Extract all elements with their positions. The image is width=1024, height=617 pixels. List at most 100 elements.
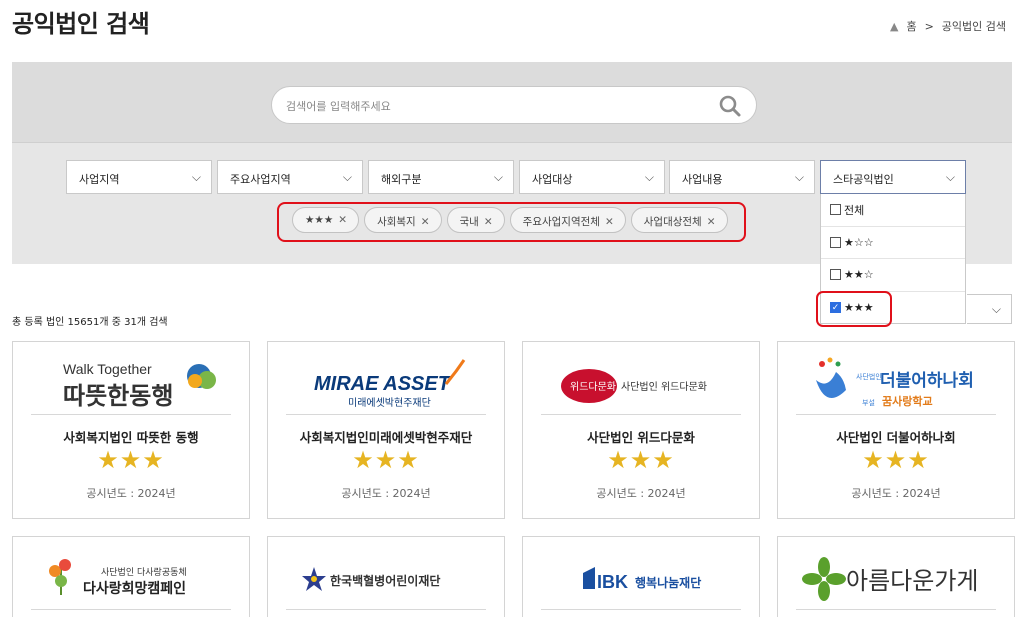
star-rating: ★★★ [607,446,675,474]
breadcrumb-current: 공익법인 검색 [941,20,1006,33]
svg-text:사단법인: 사단법인 [856,372,882,381]
card-divider [796,609,996,610]
tag-chip[interactable]: 사업대상전체 ✕ [630,207,728,233]
chevron-down-icon: ⌵ [794,170,804,184]
breadcrumb-home[interactable]: 홈 [906,18,916,34]
checkbox[interactable] [830,236,841,248]
svg-text:더불어하나회: 더불어하나회 [880,371,974,391]
filter-main-region[interactable]: 주요사업지역 ⌵ [217,160,363,194]
filter-content[interactable]: 사업내용 ⌵ [669,160,815,194]
tag-chip[interactable]: 주요사업지역전체 ✕ [509,207,626,233]
tag-label: 국내 [459,216,479,228]
result-count: 총 등록 법인 15651개 중 31개 검색 [12,317,168,328]
page: 공익법인 검색 ▲ 홈 > 공익법인 검색 사업지역 ⌵ 주요사업지역 ⌵ 해외… [0,0,1024,617]
disclosure-year: 공시년도 : 2024년 [341,487,431,500]
org-logo: 위드다문화 사단법인 위드다문화 [541,350,741,412]
search-input[interactable] [286,96,686,116]
org-card[interactable]: Walk Together 따뜻한동행 사회복지법인 따뜻한 동행 ★★★ 공시… [12,341,250,519]
tag-chip[interactable]: 국내 ✕ [446,207,505,233]
filter-label: 주요사업지역 [230,173,291,186]
tag-label: ★★★ [305,214,334,226]
tag-label: 사회복지 [377,216,416,228]
card-divider [31,414,231,415]
selected-option-highlight [816,291,892,327]
ibk-foundation-logo: IBK 행복나눔재단 [583,567,701,592]
dropdown-option-1star[interactable]: ★☆☆ [821,227,965,259]
chevron-down-icon: ⌵ [493,170,503,184]
mirae-asset-logo: MIRAE ASSET 미래에셋박현주재단 [314,359,466,409]
filter-star-rating[interactable]: 스타공익법인 ⌵ [820,160,966,194]
dasarang-logo: 사단법인 다사랑공동체 다사랑희망캠페인 [49,559,187,597]
disclosure-year: 공시년도 : 2024년 [851,487,941,500]
svg-text:미래에셋박현주재단: 미래에셋박현주재단 [348,397,431,409]
svg-text:아름다운가게: 아름다운가게 [846,567,978,595]
svg-text:사단법인 다사랑공동체: 사단법인 다사랑공동체 [101,566,187,578]
close-icon[interactable]: ✕ [338,214,347,226]
org-card[interactable]: 위드다문화 사단법인 위드다문화 사단법인 위드다문화 ★★★ 공시년도 : 2… [522,341,760,519]
card-divider [541,609,741,610]
svg-text:한국백혈병어린이재단: 한국백혈병어린이재단 [330,573,440,588]
disclosure-year: 공시년도 : 2024년 [596,487,686,500]
svg-text:다사랑희망캠페인: 다사랑희망캠페인 [83,580,186,597]
tag-label: 주요사업지역전체 [522,216,600,228]
checkbox[interactable] [830,204,841,216]
search-box[interactable] [271,86,757,124]
close-icon[interactable]: ✕ [484,216,493,228]
tag-chip[interactable]: 사회복지 ✕ [364,207,442,233]
org-logo: 한국백혈병어린이재단 [286,545,486,607]
filter-business-region[interactable]: 사업지역 ⌵ [66,160,212,194]
close-icon[interactable]: ✕ [707,216,716,228]
star-rating: ★★★ [97,446,165,474]
org-logo: Walk Together 따뜻한동행 [31,350,231,412]
filter-label: 사업대상 [532,173,573,186]
deobureo-logo: 사단법인 더불어하나회 부설 꿈사랑학교 [816,357,974,408]
filter-target[interactable]: 사업대상 ⌵ [519,160,665,194]
org-logo: 아름다운가게 [796,545,996,607]
home-icon[interactable]: ▲ [890,20,898,33]
with-multicultural-logo: 위드다문화 사단법인 위드다문화 [561,369,707,403]
org-card[interactable]: MIRAE ASSET 미래에셋박현주재단 사회복지법인미래에셋박현주재단 ★★… [267,341,505,519]
org-name: 사회복지법인 따뜻한 동행 [63,430,199,445]
org-card[interactable]: IBK 행복나눔재단 [522,536,760,617]
close-icon[interactable]: ✕ [421,216,430,228]
svg-text:Walk Together: Walk Together [63,361,152,377]
filter-overseas[interactable]: 해외구분 ⌵ [368,160,514,194]
chevron-down-icon: ⌵ [644,170,654,184]
option-label: ★★☆ [844,268,874,282]
disclosure-year: 공시년도 : 2024년 [86,487,176,500]
search-panel [12,62,1012,142]
org-logo: 사단법인 다사랑공동체 다사랑희망캠페인 [31,545,231,607]
org-card[interactable]: 사단법인 더불어하나회 부설 꿈사랑학교 사단법인 더불어하나회 ★★★ 공시년… [777,341,1015,519]
chevron-down-icon: ⌵ [342,170,352,184]
walk-together-logo: Walk Together 따뜻한동행 [63,361,216,410]
close-icon[interactable]: ✕ [605,216,614,228]
beautiful-store-logo: 아름다운가게 [802,557,978,601]
svg-text:행복나눔재단: 행복나눔재단 [635,575,701,590]
svg-text:꿈사랑학교: 꿈사랑학교 [882,394,933,408]
chevron-down-icon: ⌵ [991,302,1001,316]
svg-text:위드다문화: 위드다문화 [570,380,616,393]
chevron-down-icon: ⌵ [945,170,955,184]
dropdown-option-2star[interactable]: ★★☆ [821,259,965,292]
filter-label: 해외구분 [381,173,422,186]
svg-text:사단법인 위드다문화: 사단법인 위드다문화 [621,380,707,393]
option-label: 전체 [844,203,865,217]
org-card[interactable]: 한국백혈병어린이재단 [267,536,505,617]
chevron-down-icon: ⌵ [191,170,201,184]
org-card[interactable]: 사단법인 다사랑공동체 다사랑희망캠페인 [12,536,250,617]
card-divider [31,609,231,610]
org-name: 사단법인 위드다문화 [587,430,695,445]
sort-select[interactable]: ⌵ [967,294,1012,324]
svg-text:부설: 부설 [862,399,875,407]
tag-label: 사업대상전체 [643,216,702,228]
star-rating: ★★★ [862,446,930,474]
filter-label: 사업지역 [79,173,120,186]
tag-chip[interactable]: ★★★ ✕ [292,207,360,233]
filter-label: 사업내용 [682,173,723,186]
org-logo: 사단법인 더불어하나회 부설 꿈사랑학교 [796,350,996,412]
breadcrumb: ▲ 홈 > 공익법인 검색 [890,18,1006,34]
org-card[interactable]: 아름다운가게 [777,536,1015,617]
dropdown-option-all[interactable]: 전체 [821,194,965,227]
checkbox[interactable] [830,269,841,281]
search-icon[interactable] [718,94,742,118]
